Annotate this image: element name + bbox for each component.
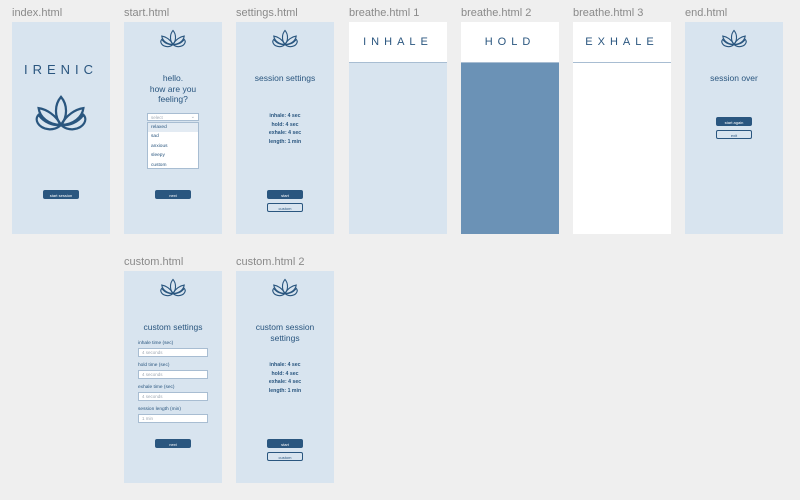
screen-inhale: INHALE (349, 22, 447, 234)
page-title: session over (710, 73, 758, 83)
divider (461, 62, 559, 63)
chevron-down-icon: ⌄ (190, 114, 195, 120)
page-title: custom settings (143, 322, 203, 332)
inhale-setting: inhale: 4 sec (269, 362, 301, 368)
mood-select[interactable]: select ⌄ (147, 113, 199, 121)
divider (349, 62, 447, 63)
screen-custom-2: custom session settings inhale: 4 sec ho… (236, 271, 334, 483)
hold-setting: hold: 4 sec (271, 121, 299, 128)
lotus-icon (160, 29, 186, 48)
length-label: session length (min) (138, 407, 181, 412)
inhale-setting: inhale: 4 sec (269, 113, 301, 119)
frame-label: index.html (12, 7, 63, 19)
exhale-setting: exhale: 4 sec (268, 130, 302, 136)
lotus-icon (721, 29, 747, 48)
feeling-prompt: hello. how are you feeling? (149, 73, 197, 104)
frame-label: custom.html 2 (236, 256, 305, 268)
divider (573, 62, 671, 63)
start-again-button[interactable]: start again (716, 117, 752, 126)
next-button[interactable]: next (155, 190, 191, 199)
lotus-icon (35, 95, 87, 131)
phase-label: INHALE (349, 22, 447, 62)
page-title: custom session settings (255, 322, 315, 343)
option-custom[interactable]: custom (148, 161, 198, 170)
frame-label: start.html (124, 7, 170, 19)
settings-summary: inhale: 4 sec hold: 4 sec exhale: 4 sec … (236, 112, 334, 146)
phase-label: HOLD (461, 22, 559, 62)
frame-label: breathe.html 1 (349, 7, 420, 19)
start-session-button[interactable]: start session (43, 190, 79, 199)
start-button[interactable]: start (267, 439, 303, 448)
next-button[interactable]: next (155, 439, 191, 448)
select-placeholder: select (151, 115, 163, 120)
lotus-icon (160, 278, 186, 297)
frame-label: breathe.html 3 (573, 7, 644, 19)
exit-button[interactable]: exit (716, 130, 752, 139)
page-title: session settings (254, 73, 316, 83)
length-input[interactable]: 1 min (138, 414, 208, 423)
lotus-icon (272, 278, 298, 297)
hold-setting: hold: 4 sec (271, 370, 299, 377)
lotus-icon (272, 29, 298, 48)
frame-label: breathe.html 2 (461, 7, 532, 19)
exhale-label: exhale time (sec) (138, 385, 175, 390)
option-sleepy[interactable]: sleepy (148, 151, 198, 160)
screen-exhale: EXHALE (573, 22, 671, 234)
exhale-input[interactable]: 4 seconds (138, 392, 208, 401)
screen-start: hello. how are you feeling? select ⌄ rel… (124, 22, 222, 234)
custom-button[interactable]: custom (267, 203, 303, 212)
option-relaxed[interactable]: relaxed (148, 123, 198, 133)
option-anxious[interactable]: anxious (148, 142, 198, 151)
settings-summary: inhale: 4 sec hold: 4 sec exhale: 4 sec … (236, 361, 334, 395)
mood-dropdown: relaxed sad anxious sleepy custom (147, 122, 199, 169)
screen-custom: custom settings inhale time (sec) 4 seco… (124, 271, 222, 483)
exhale-setting: exhale: 4 sec (268, 379, 302, 385)
frame-label: settings.html (236, 7, 298, 19)
option-sad[interactable]: sad (148, 132, 198, 141)
screen-end: session over start again exit (685, 22, 783, 234)
inhale-label: inhale time (sec) (138, 341, 174, 346)
brand-logo-text: IRENIC (23, 62, 99, 77)
frame-label: custom.html (124, 256, 184, 268)
custom-button[interactable]: custom (267, 452, 303, 461)
screen-hold: HOLD (461, 22, 559, 234)
frame-label: end.html (685, 7, 728, 19)
length-setting: length: 1 min (268, 387, 302, 394)
length-setting: length: 1 min (268, 138, 302, 145)
hold-label: hold time (sec) (138, 363, 170, 368)
inhale-input[interactable]: 4 seconds (138, 348, 208, 357)
screen-index: IRENIC start session (12, 22, 110, 234)
start-button[interactable]: start (267, 190, 303, 199)
phase-label: EXHALE (573, 22, 671, 62)
hold-input[interactable]: 4 seconds (138, 370, 208, 379)
screen-settings: session settings inhale: 4 sec hold: 4 s… (236, 22, 334, 234)
